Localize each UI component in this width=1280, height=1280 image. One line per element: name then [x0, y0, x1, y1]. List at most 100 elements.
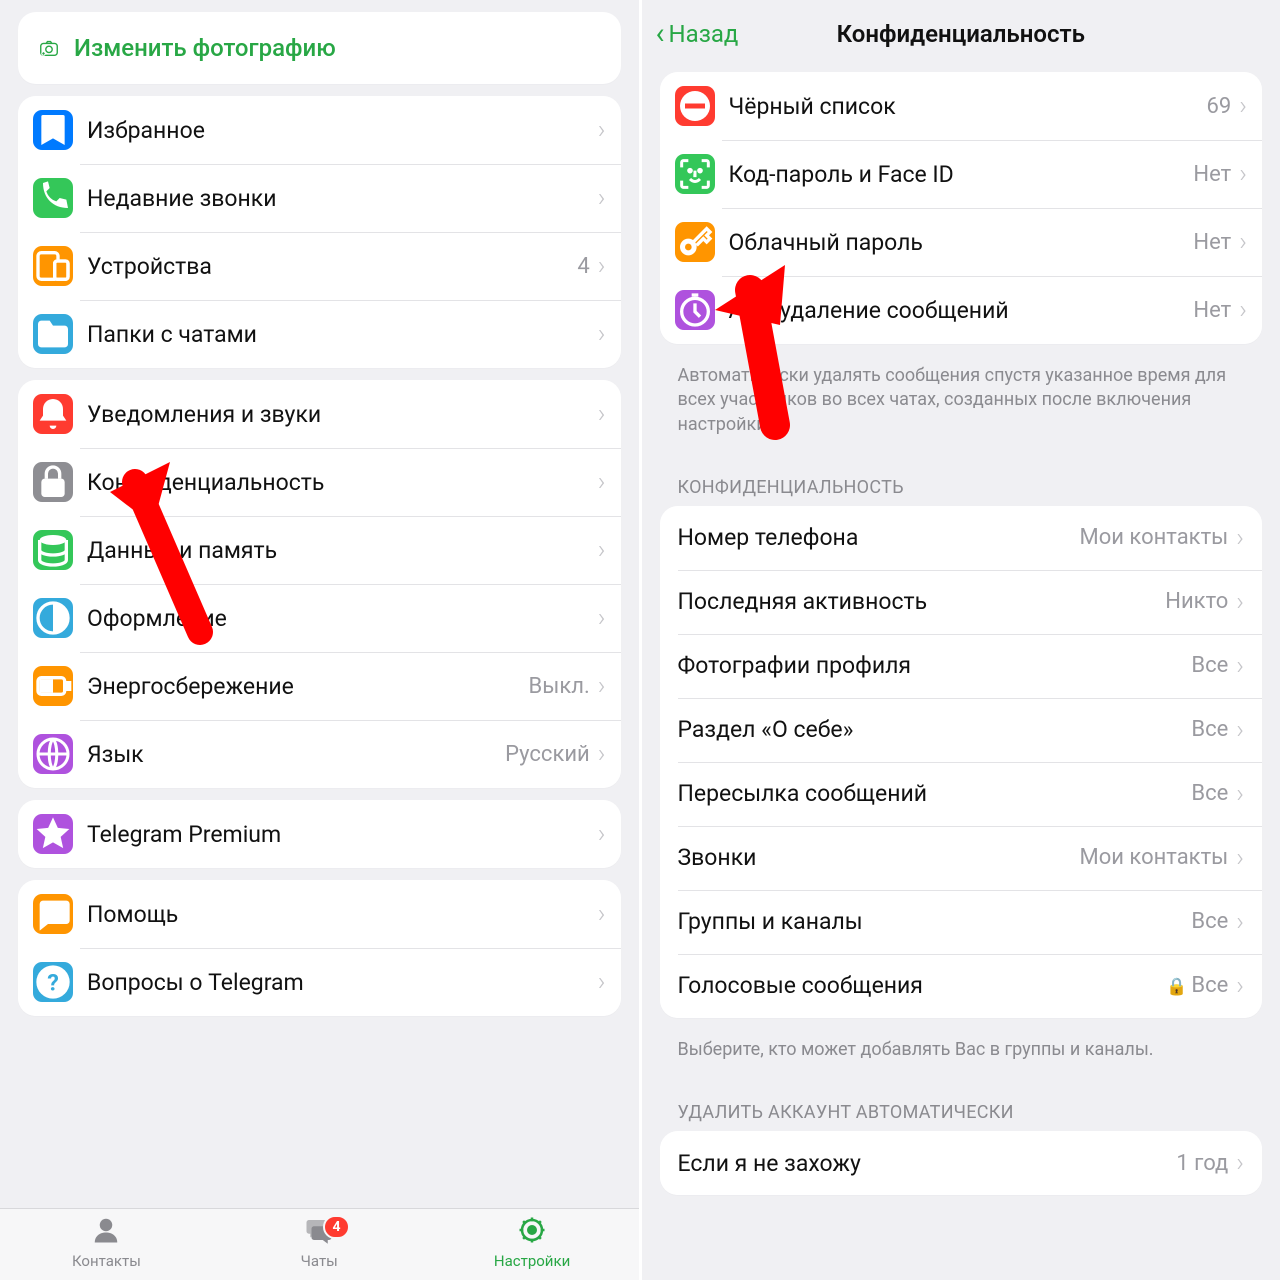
contacts-icon — [89, 1215, 123, 1251]
settings-row[interactable]: Автоудаление сообщенийНет › — [660, 276, 1263, 344]
settings-scroll[interactable]: Изменить фотографию Избранное›Недавние з… — [0, 0, 639, 1208]
settings-row[interactable]: Уведомления и звуки› — [18, 380, 621, 448]
svg-text:?: ? — [47, 968, 59, 996]
privacy-scroll[interactable]: Чёрный список69›Код-пароль и Face IDНет›… — [642, 60, 1280, 1280]
chevron-right-icon: › — [1239, 159, 1247, 189]
settings-row[interactable]: ЯзыкРусский › — [18, 720, 621, 788]
row-label: Энергосбережение — [87, 673, 529, 700]
row-label: Вопросы о Telegram — [87, 969, 598, 996]
settings-group-1: Избранное›Недавние звонки›Устройства4›Па… — [18, 96, 621, 368]
privacy-row[interactable]: Группы и каналыВсе› — [660, 890, 1263, 954]
chevron-right-icon: › — [1236, 587, 1244, 617]
tab-chats[interactable]: Чаты 4 — [213, 1215, 426, 1270]
row-label: Избранное — [87, 117, 598, 144]
chevron-right-icon: › — [1236, 715, 1244, 745]
settings-row[interactable]: Избранное› — [18, 96, 621, 164]
change-photo-button[interactable]: Изменить фотографию — [18, 12, 621, 84]
back-button[interactable]: ‹ Назад — [656, 19, 739, 49]
privacy-row[interactable]: ЗвонкиМои контакты› — [660, 826, 1263, 890]
change-photo-label: Изменить фотографию — [74, 34, 336, 62]
chevron-right-icon: › — [1236, 651, 1244, 681]
privacy-row[interactable]: Раздел «О себе»Все › — [660, 698, 1263, 762]
chat-icon — [33, 894, 73, 934]
settings-screen: Изменить фотографию Избранное›Недавние з… — [0, 0, 642, 1280]
privacy-row[interactable]: Если я не захожу1 год› — [660, 1131, 1263, 1195]
settings-row[interactable]: Устройства4› — [18, 232, 621, 300]
nav-bar: ‹ Назад Конфиденциальность — [642, 0, 1280, 60]
row-value: 🔒Все — [1166, 973, 1228, 998]
row-label: Язык — [87, 741, 505, 768]
block-icon — [675, 86, 715, 126]
row-value: Все — [1191, 717, 1228, 742]
settings-row[interactable]: Данные и память› — [18, 516, 621, 584]
row-value: Нет — [1193, 298, 1231, 323]
settings-row[interactable]: Код-пароль и Face IDНет› — [660, 140, 1263, 208]
row-value: Никто — [1165, 589, 1228, 614]
chevron-right-icon: › — [598, 819, 606, 849]
row-label: Автоудаление сообщений — [729, 297, 1194, 324]
row-label: Фотографии профиля — [678, 652, 1192, 679]
globe-icon — [33, 734, 73, 774]
row-value: Русский — [505, 742, 590, 767]
row-value: Все — [1191, 781, 1228, 806]
row-value: Нет — [1193, 230, 1231, 255]
chevron-right-icon: › — [1236, 523, 1244, 553]
settings-row[interactable]: Папки с чатами› — [18, 300, 621, 368]
bell-icon — [33, 394, 73, 434]
settings-row[interactable]: Чёрный список69› — [660, 72, 1263, 140]
row-value: Все — [1191, 653, 1228, 678]
tab-contacts[interactable]: Контакты — [0, 1215, 213, 1270]
chevron-right-icon: › — [1239, 91, 1247, 121]
privacy-group-3: Если я не захожу1 год› — [660, 1131, 1263, 1195]
settings-row[interactable]: Помощь› — [18, 880, 621, 948]
privacy-row[interactable]: Пересылка сообщенийВсе› — [660, 762, 1263, 826]
row-label: Telegram Premium — [87, 821, 598, 848]
settings-row[interactable]: ?Вопросы о Telegram› — [18, 948, 621, 1016]
tab-settings[interactable]: Настройки — [426, 1215, 639, 1270]
settings-row[interactable]: Оформление› — [18, 584, 621, 652]
settings-row[interactable]: ЭнергосбережениеВыкл.› — [18, 652, 621, 720]
faceid-icon — [675, 154, 715, 194]
star-icon — [33, 814, 73, 854]
settings-group-3: Telegram Premium› — [18, 800, 621, 868]
row-label: Облачный пароль — [729, 229, 1194, 256]
settings-group-2: Уведомления и звуки›Конфиденциальность›Д… — [18, 380, 621, 788]
settings-row[interactable]: Telegram Premium› — [18, 800, 621, 868]
row-label: Уведомления и звуки — [87, 401, 598, 428]
chevron-right-icon: › — [598, 467, 606, 497]
camera-icon — [38, 37, 60, 59]
row-value: Мои контакты — [1080, 525, 1229, 550]
row-label: Чёрный список — [729, 93, 1207, 120]
chevron-right-icon: › — [1236, 843, 1244, 873]
row-value: Нет — [1193, 162, 1231, 187]
chevron-right-icon: › — [1239, 227, 1247, 257]
settings-row[interactable]: Недавние звонки› — [18, 164, 621, 232]
chevron-right-icon: › — [598, 535, 606, 565]
row-label: Пересылка сообщений — [678, 780, 1192, 807]
chevron-right-icon: › — [598, 739, 606, 769]
row-label: Устройства — [87, 253, 577, 280]
tab-settings-label: Настройки — [494, 1252, 570, 1270]
chevron-right-icon: › — [1239, 295, 1247, 325]
privacy-group-1: Чёрный список69›Код-пароль и Face IDНет›… — [660, 72, 1263, 344]
folder-icon — [33, 314, 73, 354]
settings-row[interactable]: Облачный парольНет › — [660, 208, 1263, 276]
privacy-row[interactable]: Последняя активностьНикто› — [660, 570, 1263, 634]
privacy-row[interactable]: Фотографии профиляВсе › — [660, 634, 1263, 698]
theme-icon — [33, 598, 73, 638]
devices-icon — [33, 246, 73, 286]
privacy-row[interactable]: Номер телефонаМои контакты› — [660, 506, 1263, 570]
chevron-right-icon: › — [598, 319, 606, 349]
row-label: Папки с чатами — [87, 321, 598, 348]
privacy-header-3: УДАЛИТЬ АККАУНТ АВТОМАТИЧЕСКИ — [660, 1080, 1263, 1131]
privacy-row[interactable]: Голосовые сообщения🔒Все› — [660, 954, 1263, 1018]
phone-icon — [33, 178, 73, 218]
settings-row[interactable]: Конфиденциальность› — [18, 448, 621, 516]
chevron-right-icon: › — [598, 251, 606, 281]
chevron-left-icon: ‹ — [656, 19, 665, 49]
settings-icon — [516, 1215, 548, 1251]
row-value: Мои контакты — [1080, 845, 1229, 870]
row-label: Раздел «О себе» — [678, 716, 1192, 743]
chevron-right-icon: › — [598, 183, 606, 213]
chevron-right-icon: › — [1236, 971, 1244, 1001]
